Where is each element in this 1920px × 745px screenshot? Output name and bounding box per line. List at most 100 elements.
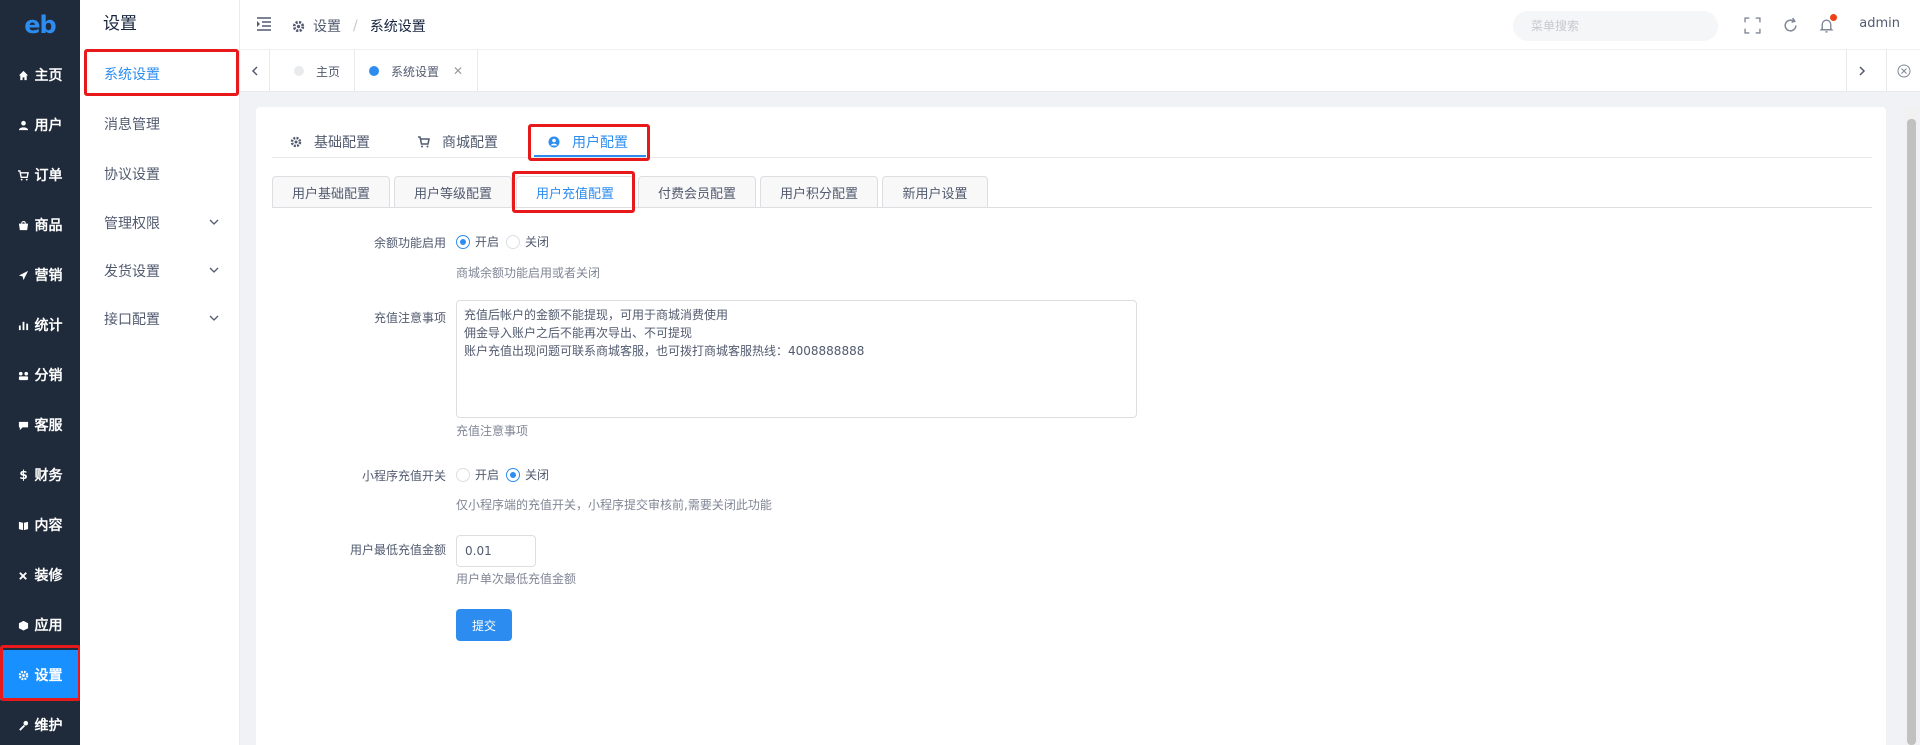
cart-icon — [18, 169, 30, 181]
notification-badge — [1830, 14, 1837, 21]
top-bar: 设置 / 系统设置 菜单搜索 admin — [240, 0, 1920, 50]
subtab-user-points[interactable]: 用户积分配置 — [760, 176, 878, 208]
subtab-user-level[interactable]: 用户等级配置 — [394, 176, 512, 208]
tab-mall-config[interactable]: 商城配置 — [418, 127, 498, 157]
bar-chart-icon — [18, 319, 30, 331]
balance-label: 余额功能启用 — [373, 236, 446, 250]
nav-item-distribution[interactable]: 分销 — [0, 350, 80, 400]
menu-search-input[interactable]: 菜单搜索 — [1513, 11, 1718, 41]
active-tab-indicator — [534, 155, 646, 157]
breadcrumb-separator: / — [353, 18, 358, 34]
logo[interactable]: eb — [0, 0, 80, 50]
subtab-user-basic[interactable]: 用户基础配置 — [272, 176, 390, 208]
send-icon — [18, 269, 30, 281]
notice-textarea[interactable]: 充值后帐户的金额不能提现，可用于商城消费使用 佣金导入账户之后不能再次导出、不可… — [456, 300, 1137, 418]
submit-button[interactable]: 提交 — [456, 609, 512, 641]
submenu-title: 设置 — [103, 14, 137, 34]
gear-icon — [18, 669, 30, 681]
cube-icon — [18, 619, 30, 631]
breadcrumb-item[interactable]: 设置 — [313, 16, 341, 36]
tab-basic-config[interactable]: 基础配置 — [290, 127, 370, 157]
tools-icon — [18, 569, 30, 581]
nav-item-statistics[interactable]: 统计 — [0, 300, 80, 350]
nav-item-apps[interactable]: 应用 — [0, 600, 80, 650]
notice-label: 充值注意事项 — [373, 311, 446, 325]
main-nav: eb 主页 用户 订单 商品 营销 统计 分销 客服 $ 财务 内容 装修 应用… — [0, 0, 80, 745]
home-icon — [18, 69, 30, 81]
page-tab-system-settings[interactable]: 系统设置 ✕ — [354, 50, 479, 92]
share-icon — [18, 369, 30, 381]
balance-hint: 商城余额功能启用或者关闭 — [456, 266, 601, 280]
balance-radio-on[interactable]: 开启 — [456, 233, 499, 250]
gear-icon — [290, 136, 302, 148]
min-recharge-label: 用户最低充值金额 — [349, 543, 446, 557]
tabs-scroll-left[interactable] — [240, 50, 270, 92]
page-tabs-bar: 主页 系统设置 ✕ — [240, 50, 1920, 92]
nav-item-maintenance[interactable]: 维护 — [0, 700, 80, 745]
cart-icon — [418, 136, 430, 148]
nav-item-goods[interactable]: 商品 — [0, 200, 80, 250]
wrench-icon — [18, 719, 30, 731]
settings-submenu: 设置 系统设置 消息管理 协议设置 管理权限 发货设置 接口配置 — [80, 0, 240, 745]
shop-icon — [18, 219, 30, 231]
radio-unchecked-icon — [456, 467, 470, 482]
radio-unchecked-icon — [506, 234, 520, 249]
submenu-item-permission[interactable]: 管理权限 — [80, 199, 240, 247]
circle-close-icon — [1897, 64, 1910, 78]
scrollbar-thumb[interactable] — [1907, 119, 1916, 745]
submenu-item-agreement[interactable]: 协议设置 — [80, 150, 240, 198]
nav-item-marketing[interactable]: 营销 — [0, 250, 80, 300]
nav-item-order[interactable]: 订单 — [0, 150, 80, 200]
subtab-paid-member[interactable]: 付费会员配置 — [638, 176, 756, 208]
min-recharge-input[interactable]: 0.01 — [456, 535, 536, 567]
subtab-user-recharge[interactable]: 用户充值配置 — [516, 176, 634, 208]
submenu-item-api[interactable]: 接口配置 — [80, 295, 240, 343]
page-tab-home[interactable]: 主页 — [280, 56, 354, 86]
chat-icon — [18, 419, 30, 431]
tabs-scroll-right[interactable] — [1846, 50, 1876, 92]
tab-user-config[interactable]: 用户配置 — [548, 127, 628, 157]
tab-status-dot — [294, 66, 304, 76]
nav-item-content[interactable]: 内容 — [0, 500, 80, 550]
book-icon — [18, 519, 30, 531]
breadcrumb-current: 系统设置 — [369, 19, 426, 35]
radio-checked-icon — [506, 467, 520, 482]
user-name[interactable]: admin — [1859, 16, 1900, 31]
nav-item-home[interactable]: 主页 — [0, 50, 80, 100]
subtab-new-user[interactable]: 新用户设置 — [882, 176, 988, 208]
balance-radio-off[interactable]: 关闭 — [506, 233, 549, 250]
mini-program-hint: 仅小程序端的充值开关，小程序提交审核前,需要关闭此功能 — [456, 498, 772, 512]
chevron-right-icon — [1858, 66, 1865, 76]
nav-item-service[interactable]: 客服 — [0, 400, 80, 450]
breadcrumb: 设置 / 系统设置 — [292, 16, 426, 36]
tabs-close-all[interactable] — [1886, 50, 1920, 92]
mini-program-label: 小程序充值开关 — [361, 469, 446, 483]
notice-hint: 充值注意事项 — [456, 424, 529, 438]
min-recharge-hint: 用户单次最低充值金额 — [456, 572, 577, 586]
chevron-left-icon — [251, 66, 258, 76]
tab-status-dot — [369, 66, 379, 76]
menu-fold-icon[interactable] — [256, 16, 272, 32]
close-icon[interactable]: ✕ — [453, 64, 463, 78]
gear-icon — [292, 20, 305, 32]
nav-item-user[interactable]: 用户 — [0, 100, 80, 150]
user-circle-icon — [548, 136, 560, 148]
submenu-item-shipping[interactable]: 发货设置 — [80, 247, 240, 295]
settings-card: 基础配置 商城配置 用户配置 用户基础配置 用户等级配置 用户充值配置 付费会员… — [256, 107, 1886, 745]
chevron-down-icon — [209, 315, 219, 321]
submenu-item-system-settings[interactable]: 系统设置 — [80, 50, 240, 98]
fullscreen-icon[interactable] — [1744, 17, 1761, 34]
refresh-icon[interactable] — [1782, 17, 1799, 34]
submenu-item-message[interactable]: 消息管理 — [80, 100, 240, 148]
mini-program-radio-on[interactable]: 开启 — [456, 466, 499, 483]
tabs-divider — [272, 157, 1872, 158]
mini-program-radio-off[interactable]: 关闭 — [506, 466, 549, 483]
nav-item-decoration[interactable]: 装修 — [0, 550, 80, 600]
radio-checked-icon — [456, 234, 470, 249]
nav-item-settings[interactable]: 设置 — [0, 650, 80, 700]
nav-item-finance[interactable]: $ 财务 — [0, 450, 80, 500]
page-scrollbar[interactable] — [1905, 107, 1918, 745]
user-icon — [18, 119, 30, 131]
subtabs-divider — [272, 207, 1872, 208]
dollar-icon: $ — [19, 468, 28, 482]
